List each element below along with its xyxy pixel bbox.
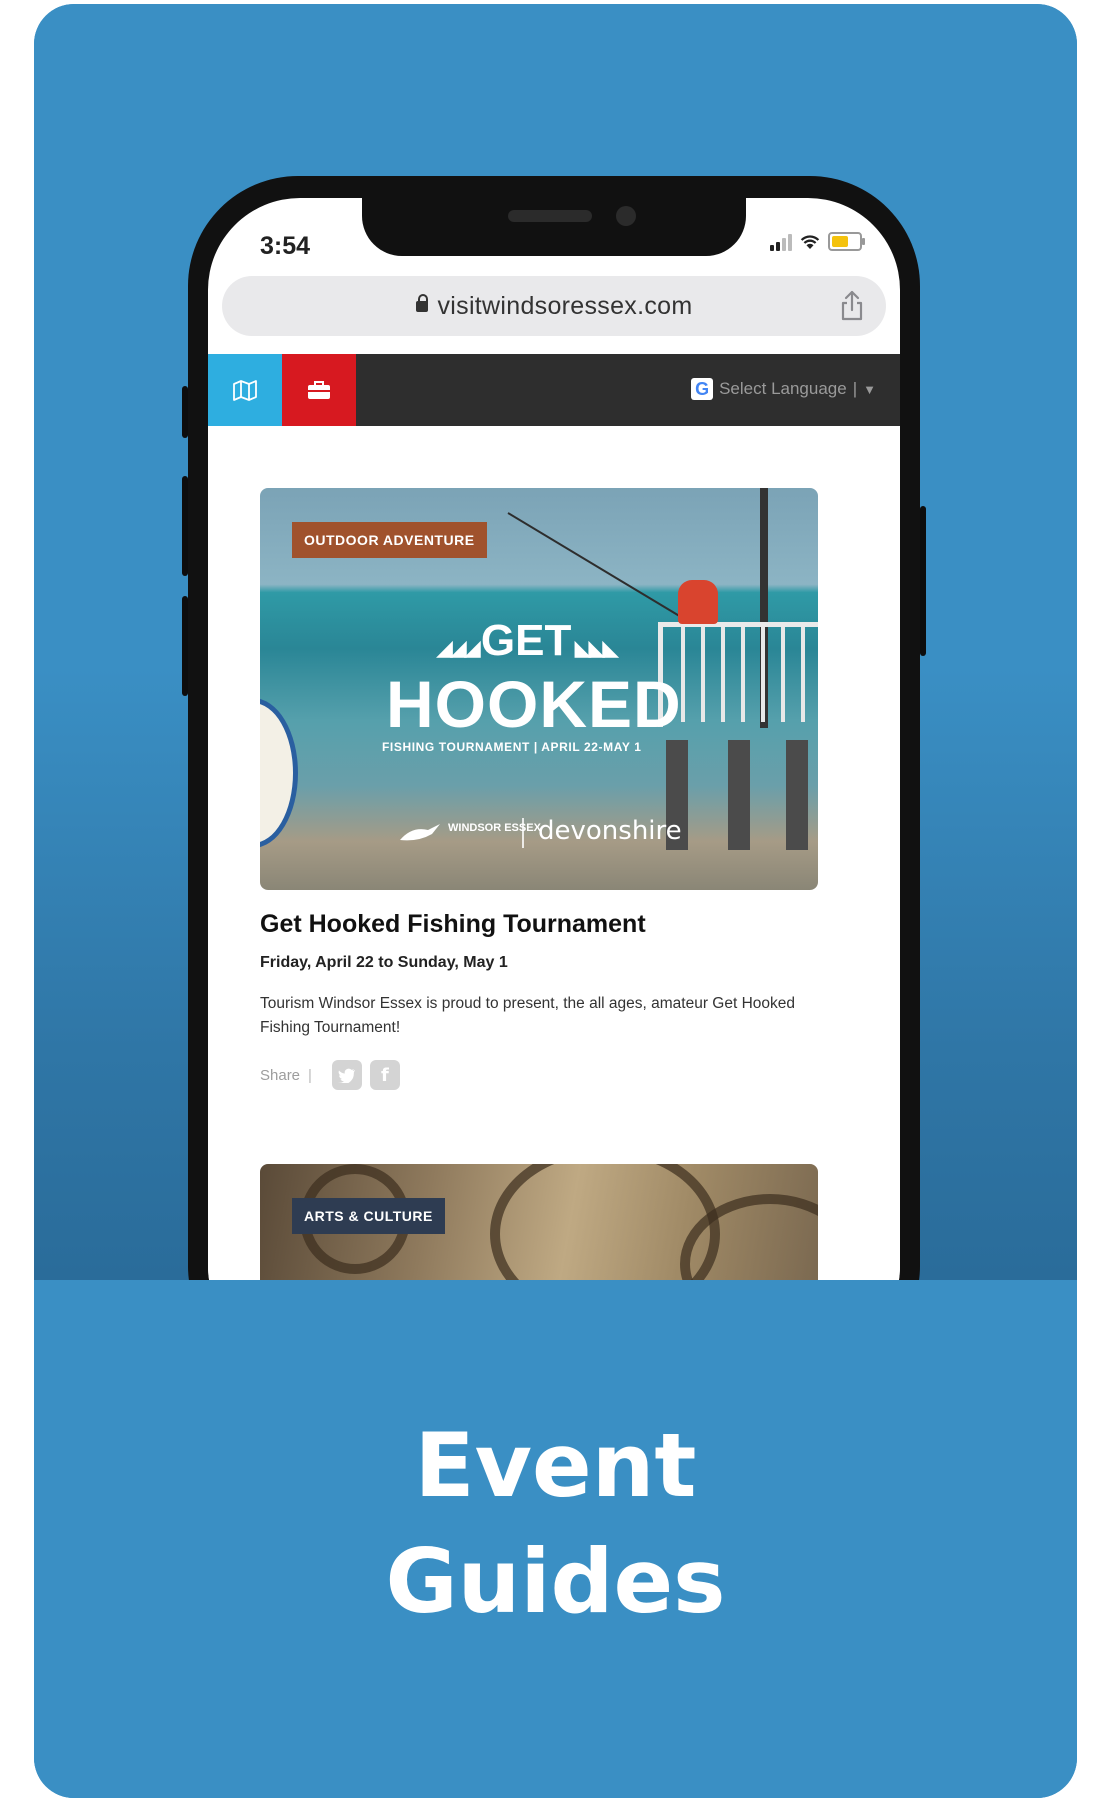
facebook-share-button[interactable]: f (369, 1060, 400, 1090)
lock-icon (415, 293, 428, 312)
bird-logo-icon (400, 824, 440, 841)
category-tag-arts-culture[interactable]: ARTS & CULTURE (292, 1198, 445, 1234)
fishing-rod (507, 512, 680, 617)
language-selector[interactable]: G Select Language | ▼ (691, 378, 876, 400)
event-date: Friday, April 22 to Sunday, May 1 (260, 954, 508, 971)
facebook-icon: f (381, 1064, 389, 1086)
twitter-share-button[interactable] (331, 1060, 362, 1090)
page-content: OUTDOOR ADVENTURE ◢◢◢ GET ◣◣◣ HOOKED FIS… (208, 426, 900, 1280)
phone-mute-switch (182, 386, 188, 438)
share-icon[interactable] (838, 290, 866, 322)
sponsor-logo-text: devonshire (538, 816, 682, 846)
wifi-icon (800, 234, 820, 249)
image-text-subtitle: FISHING TOURNAMENT | APRIL 22-MAY 1 (382, 740, 642, 754)
phone-volume-down (182, 596, 188, 696)
speaker-grille (508, 210, 592, 222)
front-camera (616, 206, 636, 226)
phone-screen: 3:54 visitwindsoressex.com G Select Lang… (208, 198, 900, 1280)
windsor-essex-logo-text: WINDSOR ESSEX (448, 822, 541, 834)
event-description: Tourism Windsor Essex is proud to presen… (260, 995, 795, 1036)
google-icon: G (691, 378, 714, 400)
map-icon (233, 380, 257, 401)
language-select-label: Select Language (719, 379, 847, 398)
card-heading-line2: Guides (385, 1530, 726, 1633)
site-navbar: G Select Language | ▼ (208, 354, 900, 426)
image-text-hooked: HOOKED (386, 667, 682, 741)
image-text-get: ◢◢◢ GET ◣◣◣ (436, 616, 619, 665)
event-image-get-hooked[interactable]: OUTDOOR ADVENTURE ◢◢◢ GET ◣◣◣ HOOKED FIS… (260, 488, 818, 890)
card-heading-line1: Event (414, 1414, 697, 1517)
phone-mockup: 3:54 visitwindsoressex.com G Select Lang… (182, 176, 926, 1280)
share-separator: | (308, 1066, 312, 1084)
twitter-icon (338, 1068, 355, 1083)
battery-icon (828, 232, 865, 251)
event-image-arts-culture[interactable]: ARTS & CULTURE (260, 1164, 818, 1280)
category-tag-outdoor-adventure[interactable]: OUTDOOR ADVENTURE (292, 522, 487, 558)
nav-briefcase-button[interactable] (282, 354, 356, 426)
browser-address-bar[interactable]: visitwindsoressex.com (222, 276, 886, 336)
pier-legs (666, 740, 816, 850)
logo-divider (522, 818, 524, 848)
status-time: 3:54 (260, 232, 311, 260)
chevron-down-icon: ▼ (863, 381, 876, 397)
cellular-signal-icon (770, 233, 792, 251)
card-heading: Event Guides (385, 1408, 725, 1640)
share-label: Share (260, 1066, 301, 1084)
briefcase-icon (308, 381, 330, 399)
phone-volume-up (182, 476, 188, 576)
badge-emblem (260, 698, 298, 848)
phone-power-button (920, 506, 926, 656)
status-icons (770, 232, 865, 251)
url-text: visitwindsoressex.com (437, 291, 693, 320)
event-title[interactable]: Get Hooked Fishing Tournament (260, 910, 646, 939)
nav-map-button[interactable] (208, 354, 282, 426)
share-row: Share | f (260, 1060, 400, 1090)
card-image-area: 3:54 visitwindsoressex.com G Select Lang… (34, 4, 1077, 1280)
event-guides-card[interactable]: 3:54 visitwindsoressex.com G Select Lang… (34, 4, 1077, 1798)
phone-notch (362, 198, 746, 256)
card-caption-area: Event Guides (34, 1280, 1077, 1798)
